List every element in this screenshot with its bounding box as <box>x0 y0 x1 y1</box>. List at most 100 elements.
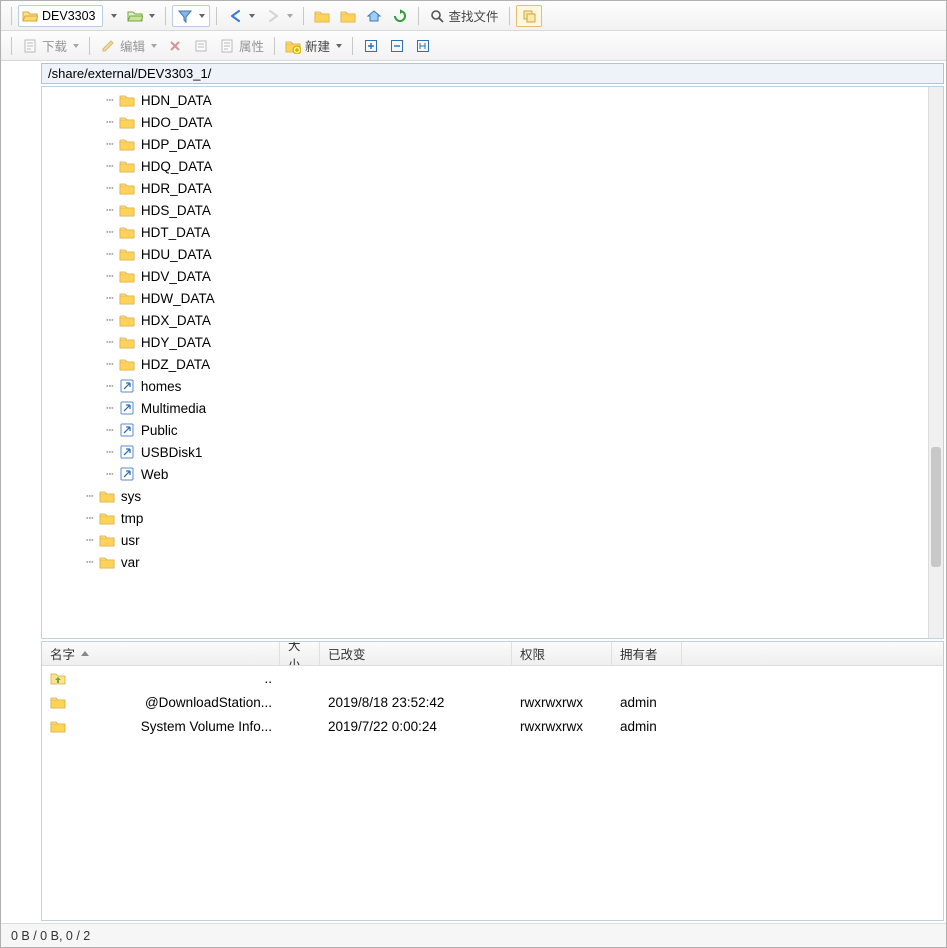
tree-item-label: usr <box>121 533 140 548</box>
tree-item-label: HDN_DATA <box>141 93 212 108</box>
refresh-button[interactable] <box>388 6 412 26</box>
tree-item[interactable]: ⋯HDU_DATA <box>42 243 943 265</box>
tree-item[interactable]: ⋯sys <box>42 485 943 507</box>
location-combo[interactable]: DEV3303 <box>18 5 103 27</box>
tree-item[interactable]: ⋯HDY_DATA <box>42 331 943 353</box>
find-files-button[interactable]: 查找文件 <box>425 4 503 27</box>
col-header-owner[interactable]: 拥有者 <box>612 642 682 665</box>
tree-item[interactable]: ⋯HDR_DATA <box>42 177 943 199</box>
tree-item[interactable]: ⋯USBDisk1 <box>42 441 943 463</box>
folder-icon <box>50 694 66 710</box>
home-button[interactable] <box>362 6 386 26</box>
folder-icon <box>99 510 115 526</box>
parent-dir-button[interactable] <box>310 6 334 26</box>
open-dir-button[interactable] <box>123 6 159 26</box>
tree-item[interactable]: ⋯HDZ_DATA <box>42 353 943 375</box>
col-header-size[interactable]: 大小 <box>280 642 320 665</box>
filter-button[interactable] <box>172 5 210 27</box>
tree-pane: ⋯HDN_DATA⋯HDO_DATA⋯HDP_DATA⋯HDQ_DATA⋯HDR… <box>41 86 944 639</box>
list-header[interactable]: 名字 大小 已改变 权限 拥有者 <box>42 642 943 666</box>
tree-item[interactable]: ⋯homes <box>42 375 943 397</box>
new-folder-icon <box>285 38 301 54</box>
col-header-modified[interactable]: 已改变 <box>320 642 512 665</box>
tree-item[interactable]: ⋯Public <box>42 419 943 441</box>
tree-item-label: HDU_DATA <box>141 247 212 262</box>
tree-item[interactable]: ⋯usr <box>42 529 943 551</box>
delete-button[interactable] <box>163 36 187 56</box>
nav-forward-button[interactable] <box>261 6 297 26</box>
new-button[interactable]: 新建 <box>281 34 346 57</box>
file-name: .. <box>264 671 272 686</box>
expand-button[interactable] <box>359 36 383 56</box>
tree-item[interactable]: ⋯HDQ_DATA <box>42 155 943 177</box>
folder-icon <box>119 290 135 306</box>
props-icon <box>219 38 235 54</box>
download-button[interactable]: 下载 <box>18 34 83 57</box>
collapse-button[interactable] <box>385 36 409 56</box>
tree-item-label: HDV_DATA <box>141 269 211 284</box>
tree-item[interactable]: ⋯HDT_DATA <box>42 221 943 243</box>
file-name: System Volume Info... <box>141 719 272 734</box>
tree-item-label: HDS_DATA <box>141 203 211 218</box>
root-dir-button[interactable] <box>336 6 360 26</box>
sync-browse-button[interactable] <box>516 5 542 27</box>
location-dropdown[interactable] <box>105 12 121 20</box>
tree-item[interactable]: ⋯HDO_DATA <box>42 111 943 133</box>
nav-back-button[interactable] <box>223 6 259 26</box>
tree-item-label: HDT_DATA <box>141 225 210 240</box>
folder-icon <box>50 718 66 734</box>
folder-open-icon <box>22 8 38 24</box>
folder-icon <box>119 246 135 262</box>
list-row[interactable]: .. <box>42 666 943 690</box>
tree-toggle-button[interactable] <box>411 36 435 56</box>
folder-icon <box>119 202 135 218</box>
folder-tree[interactable]: ⋯HDN_DATA⋯HDO_DATA⋯HDP_DATA⋯HDQ_DATA⋯HDR… <box>42 87 943 575</box>
folder-up-icon <box>314 8 330 24</box>
path-bar[interactable]: /share/external/DEV3303_1/ <box>41 63 944 84</box>
arrow-left-icon <box>227 8 243 24</box>
tree-item[interactable]: ⋯HDW_DATA <box>42 287 943 309</box>
rename-button[interactable] <box>189 36 213 56</box>
doc-icon <box>22 38 38 54</box>
tree-item[interactable]: ⋯HDX_DATA <box>42 309 943 331</box>
tree-item[interactable]: ⋯var <box>42 551 943 573</box>
folder-icon <box>119 334 135 350</box>
sort-ascending-icon <box>81 651 89 656</box>
tree-item[interactable]: ⋯HDS_DATA <box>42 199 943 221</box>
properties-button[interactable]: 属性 <box>215 34 268 57</box>
file-modified: 2019/7/22 0:00:24 <box>328 719 437 734</box>
tree-item-label: HDY_DATA <box>141 335 211 350</box>
folder-icon <box>99 532 115 548</box>
scrollbar-thumb[interactable] <box>931 447 941 567</box>
folder-icon <box>119 312 135 328</box>
tree-item[interactable]: ⋯Web <box>42 463 943 485</box>
home-icon <box>366 8 382 24</box>
list-row[interactable]: @DownloadStation...2019/8/18 23:52:42rwx… <box>42 690 943 714</box>
file-list-body[interactable]: .. @DownloadStation...2019/8/18 23:52:42r… <box>42 666 943 920</box>
folder-icon <box>119 268 135 284</box>
copy-icon <box>521 8 537 24</box>
folder-icon <box>99 488 115 504</box>
folder-icon <box>119 180 135 196</box>
vertical-scrollbar[interactable] <box>928 87 943 638</box>
tree-item[interactable]: ⋯HDN_DATA <box>42 89 943 111</box>
location-text: DEV3303 <box>42 9 96 23</box>
refresh-icon <box>392 8 408 24</box>
x-icon <box>167 38 183 54</box>
rename-icon <box>193 38 209 54</box>
filter-icon <box>177 8 193 24</box>
edit-button[interactable]: 编辑 <box>96 34 161 57</box>
plus-icon <box>363 38 379 54</box>
tree-item[interactable]: ⋯HDP_DATA <box>42 133 943 155</box>
col-header-perm[interactable]: 权限 <box>512 642 612 665</box>
tree-item-label: HDR_DATA <box>141 181 212 196</box>
tree-item-label: tmp <box>121 511 144 526</box>
tree-item[interactable]: ⋯tmp <box>42 507 943 529</box>
list-row[interactable]: System Volume Info...2019/7/22 0:00:24rw… <box>42 714 943 738</box>
tree-item-label: HDZ_DATA <box>141 357 210 372</box>
tree-item[interactable]: ⋯HDV_DATA <box>42 265 943 287</box>
tree-item[interactable]: ⋯Multimedia <box>42 397 943 419</box>
folder-icon <box>119 136 135 152</box>
col-header-name[interactable]: 名字 <box>42 642 280 665</box>
tree-icon <box>415 38 431 54</box>
